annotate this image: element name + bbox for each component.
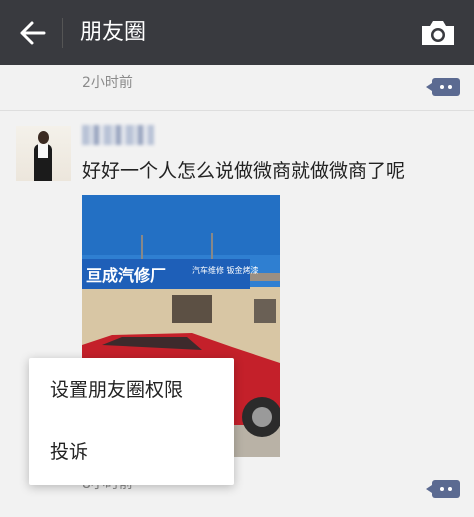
dot-icon (448, 487, 452, 491)
username-blurred[interactable] (82, 125, 154, 145)
camera-button[interactable] (419, 18, 457, 48)
comment-button[interactable] (426, 480, 460, 498)
comment-button[interactable] (426, 78, 460, 96)
arrow-left-icon (20, 21, 46, 45)
menu-item-report[interactable]: 投诉 (29, 422, 234, 482)
shop-sign-text: 亘成汽修厂 (86, 266, 166, 285)
back-button[interactable] (14, 17, 50, 49)
popup-menu: 设置朋友圈权限 投诉 (29, 358, 234, 485)
page-title: 朋友圈 (80, 20, 147, 45)
top-bar: 朋友圈 (0, 0, 474, 65)
post-separator (0, 110, 474, 111)
header-divider (62, 18, 63, 48)
post-text: 好好一个人怎么说做微商就做微商了呢 (82, 160, 406, 182)
menu-item-moments-permission[interactable]: 设置朋友圈权限 (29, 360, 234, 420)
previous-post-time: 2小时前 (82, 75, 133, 91)
shop-sign-side-text: 汽车维修 钣金烤漆 (192, 265, 259, 275)
camera-icon (422, 21, 454, 45)
avatar[interactable] (16, 126, 71, 181)
dot-icon (448, 85, 452, 89)
dot-icon (440, 85, 444, 89)
dot-icon (440, 487, 444, 491)
